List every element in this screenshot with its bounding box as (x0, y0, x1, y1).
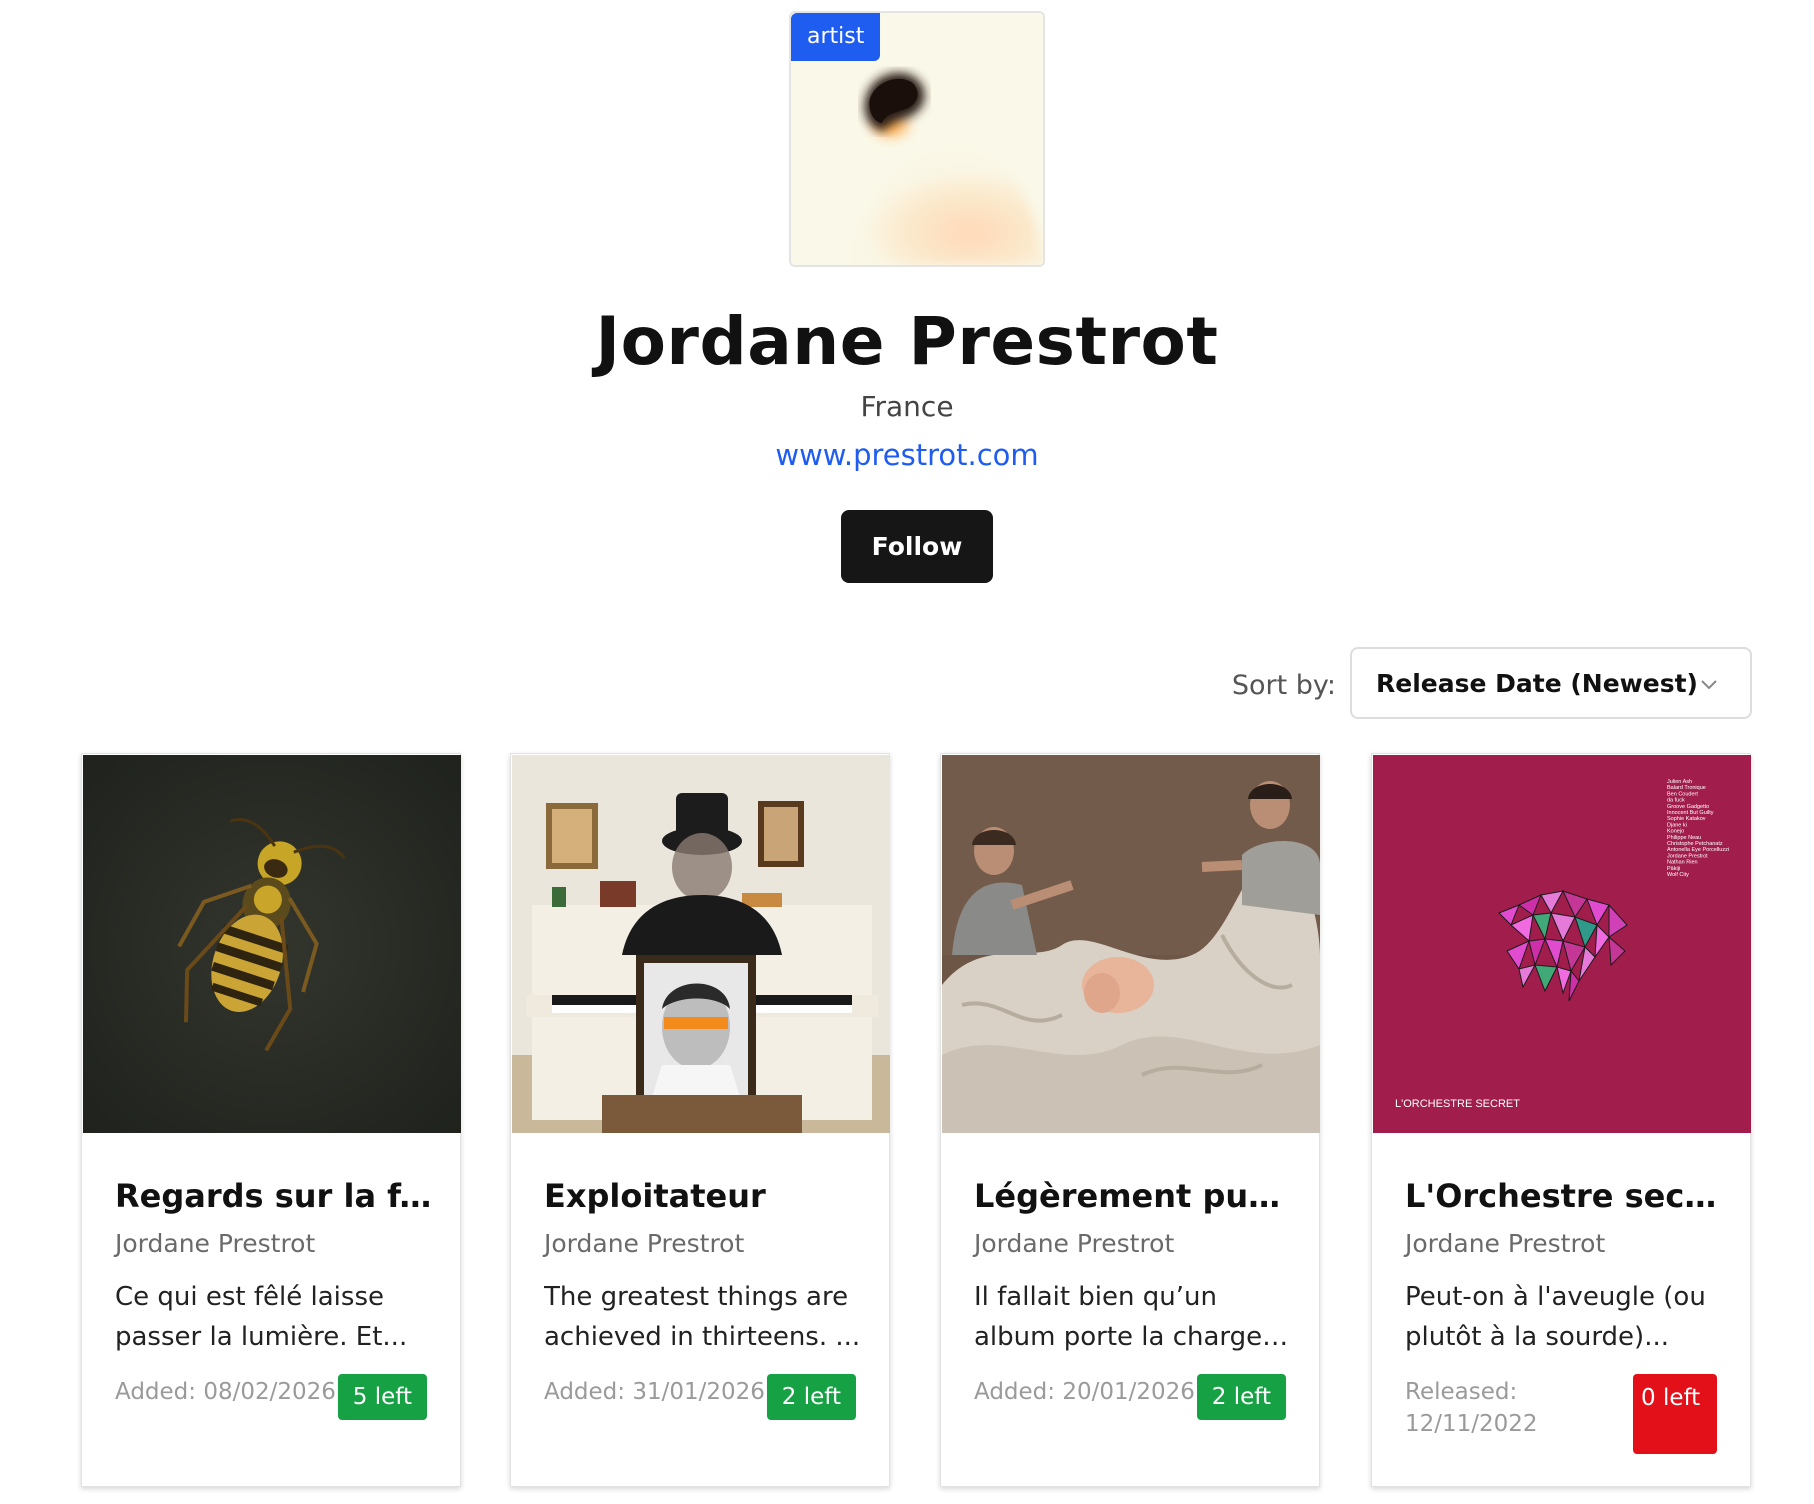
album-date: Added: 20/01/2026 (974, 1379, 1195, 1405)
album-date: Added: 08/02/2026 (115, 1379, 336, 1405)
album-card[interactable]: Regards sur la f... Jordane Prestrot Ce … (81, 753, 461, 1487)
sort-select[interactable]: Release Date (Newest) (1350, 647, 1752, 719)
cover-credit-text: Balard Tronique (1667, 785, 1706, 791)
album-title[interactable]: Regards sur la f... (115, 1174, 435, 1218)
cover-credit-text: Ben Coudert (1667, 791, 1698, 797)
cover-credit-text: Jordane Prestrot (1667, 853, 1708, 859)
album-cover-image[interactable] (512, 755, 890, 1133)
cover-credit-text: da fuck (1667, 798, 1685, 804)
artist-name: Jordane Prestrot (595, 303, 1219, 380)
album-title[interactable]: L'Orchestre secret (1405, 1174, 1725, 1218)
stock-badge: 5 left (337, 1374, 427, 1420)
artist-badge: artist (791, 13, 881, 61)
cover-credit-text: Pâkiji (1667, 866, 1680, 872)
cover-credit-text: Groove Gadgetto (1667, 804, 1709, 810)
album-artist: Jordane Prestrot (1405, 1229, 1606, 1258)
cover-credit-text: Innocent But Guilty (1667, 810, 1714, 816)
album-artist: Jordane Prestrot (974, 1229, 1175, 1258)
album-description: Peut-on à l'aveugle (ou plutôt à la sour… (1405, 1282, 1706, 1352)
sort-label: Sort by: (1231, 670, 1336, 701)
album-title[interactable]: Exploitateur (544, 1174, 864, 1218)
cover-credit-text: Sophie Katakov (1667, 816, 1706, 822)
cover-credit-text: Julien Ash (1667, 779, 1692, 785)
album-date: Added: 31/01/2026 (544, 1379, 765, 1405)
cover-credit-text: Konejo (1667, 829, 1684, 835)
artist-website-link[interactable]: www.prestrot.com (0, 436, 1814, 474)
album-artist: Jordane Prestrot (544, 1229, 745, 1258)
album-card[interactable]: Légèrement put... Jordane Prestrot Il fa… (940, 753, 1320, 1487)
artist-country: France (860, 390, 954, 423)
chevron-down-icon (1701, 680, 1717, 690)
cover-credit-text: Christophe Petchanatz (1667, 841, 1723, 847)
cover-credit-text: Djane ki (1667, 822, 1687, 828)
album-card[interactable]: Exploitateur Jordane Prestrot The greate… (510, 753, 890, 1487)
album-artist: Jordane Prestrot (115, 1229, 316, 1258)
cover-credit-text: Nathan Rien (1667, 860, 1698, 866)
album-cover-image[interactable]: Julien AshBalard TroniqueBen Coudertda f… (1373, 755, 1751, 1133)
cover-credit-text: Antonella Eye Porcelluzzi (1667, 847, 1729, 853)
album-cover-image[interactable] (942, 755, 1320, 1133)
album-cover-image[interactable] (83, 755, 461, 1133)
follow-button[interactable]: Follow (841, 510, 993, 583)
cover-credit-text: Philippe Neau (1667, 835, 1701, 841)
stock-badge: 2 left (766, 1374, 856, 1420)
album-description: Il fallait bien qu’un album porte la cha… (974, 1282, 1263, 1352)
cover-title-text: L'ORCHESTRE SECRET (1395, 1098, 1520, 1110)
stock-badge: 0 left (1633, 1374, 1717, 1454)
album-card[interactable]: Julien Ash Balard Tronique Ben Coudert da f… (1371, 753, 1751, 1487)
album-description: Ce qui est fêlé laisse passer la lumière… (115, 1282, 408, 1352)
album-title[interactable]: Légèrement put... (974, 1174, 1294, 1218)
sort-selected-value: Release Date (Newest) (1376, 668, 1698, 698)
album-date: Released: 12/11/2022 (1405, 1379, 1538, 1437)
stock-badge: 2 left (1196, 1374, 1286, 1420)
artist-avatar: artist (789, 11, 1045, 267)
cover-credit-text: Wolf City (1667, 872, 1689, 878)
album-description: The greatest things are achieved in thir… (544, 1282, 861, 1352)
